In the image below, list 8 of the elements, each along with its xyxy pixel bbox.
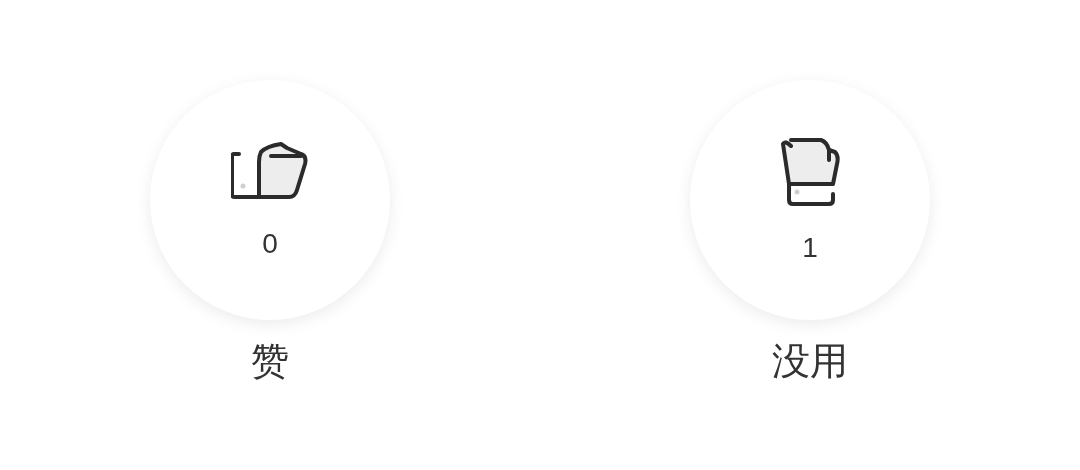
reaction-button[interactable]: 0 <box>150 80 390 320</box>
glove-icon <box>779 138 841 206</box>
reaction-count: 0 <box>262 230 278 258</box>
reaction-button[interactable]: 1 <box>690 80 930 320</box>
reaction-label: 赞 <box>251 342 289 380</box>
fist-icon <box>231 142 309 202</box>
reaction-count: 1 <box>802 234 818 262</box>
reaction-label: 没用 <box>772 342 848 380</box>
